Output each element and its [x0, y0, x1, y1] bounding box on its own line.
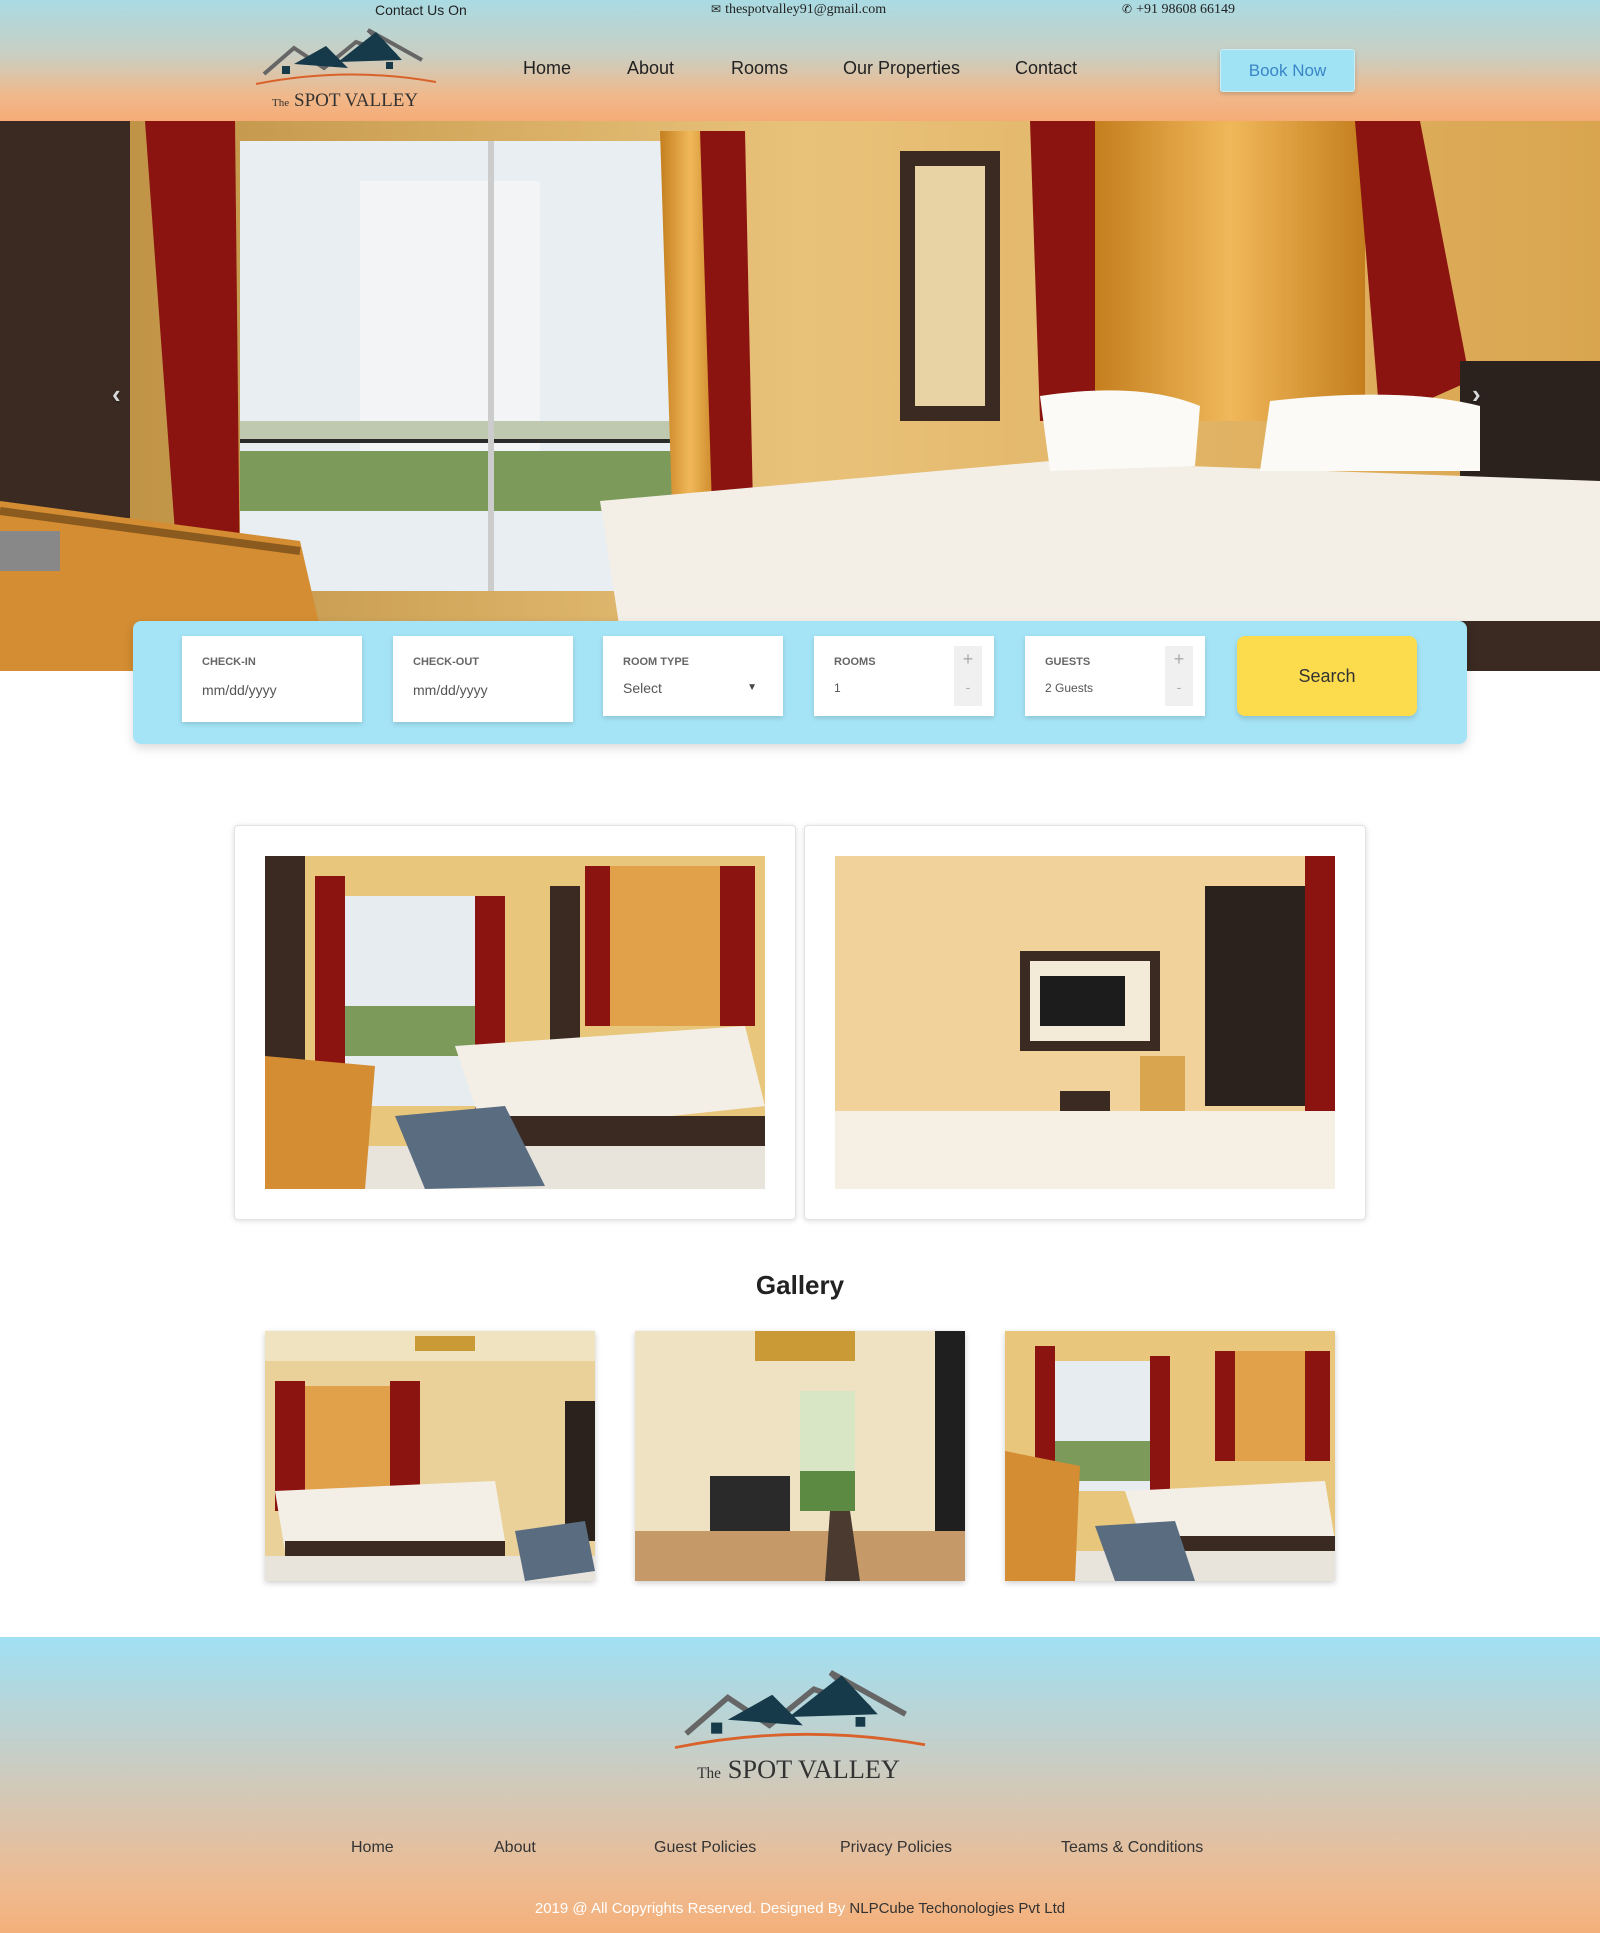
- guests-minus-button[interactable]: -: [1165, 679, 1193, 695]
- page: Contact Us On ✉ thespotvalley91@gmail.com…: [0, 0, 1600, 1933]
- gallery-image[interactable]: [635, 1331, 965, 1581]
- footer-link-teams-conditions[interactable]: Teams & Conditions: [1061, 1839, 1203, 1857]
- footer-logo-name-text: SPOT VALLEY: [728, 1754, 900, 1784]
- checkout-label: CHECK-OUT: [413, 656, 479, 668]
- checkin-input[interactable]: mm/dd/yyyy: [202, 682, 277, 698]
- room-card[interactable]: [804, 825, 1366, 1220]
- footer-logo-small-text: The: [697, 1765, 721, 1782]
- hero-room-image: [0, 121, 1600, 671]
- carousel-next-icon[interactable]: ›: [1472, 379, 1481, 410]
- checkout-input[interactable]: mm/dd/yyyy: [413, 682, 488, 698]
- guests-field[interactable]: GUESTS 2 Guests + -: [1025, 636, 1205, 716]
- site-header: Contact Us On ✉ thespotvalley91@gmail.com…: [0, 0, 1600, 121]
- designer-link[interactable]: NLPCube Techonologies Pvt Ltd: [849, 1900, 1065, 1917]
- chevron-down-icon: ▼: [747, 682, 757, 693]
- rooms-plus-button[interactable]: +: [954, 649, 982, 670]
- room-image: [835, 856, 1335, 1189]
- phone-text: +91 98608 66149: [1136, 2, 1235, 17]
- checkin-label: CHECK-IN: [202, 656, 256, 668]
- checkout-field[interactable]: CHECK-OUT mm/dd/yyyy: [393, 636, 573, 722]
- rooms-input[interactable]: 1: [834, 681, 841, 695]
- hero-carousel: ‹ ›: [0, 121, 1600, 671]
- guests-plus-button[interactable]: +: [1165, 649, 1193, 670]
- room-type-select[interactable]: ROOM TYPE Select ▼: [603, 636, 783, 716]
- rooms-stepper: + -: [954, 646, 982, 706]
- footer-link-home[interactable]: Home: [351, 1839, 394, 1857]
- nav-rooms[interactable]: Rooms: [731, 58, 788, 79]
- rooms-field[interactable]: ROOMS 1 + -: [814, 636, 994, 716]
- gallery-image[interactable]: [265, 1331, 595, 1581]
- logo-graphic: The SPOT VALLEY: [255, 28, 437, 111]
- booking-form: CHECK-IN mm/dd/yyyy CHECK-OUT mm/dd/yyyy…: [133, 621, 1467, 744]
- top-bar: Contact Us On ✉ thespotvalley91@gmail.com…: [0, 0, 1600, 22]
- contact-label: Contact Us On: [375, 2, 467, 18]
- room-image: [265, 856, 765, 1189]
- footer-link-guest-policies[interactable]: Guest Policies: [654, 1839, 756, 1857]
- guests-label: GUESTS: [1045, 656, 1091, 668]
- rooms-minus-button[interactable]: -: [954, 679, 982, 695]
- site-logo[interactable]: The SPOT VALLEY: [246, 26, 446, 116]
- envelope-icon: ✉: [711, 2, 722, 16]
- email-text: thespotvalley91@gmail.com: [725, 2, 887, 17]
- phone-icon: ✆: [1122, 2, 1133, 16]
- site-footer: The SPOT VALLEY Home About Guest Policie…: [0, 1637, 1600, 1933]
- nav-contact[interactable]: Contact: [1015, 58, 1077, 79]
- room-card[interactable]: [234, 825, 796, 1220]
- footer-link-about[interactable]: About: [494, 1839, 536, 1857]
- email-contact[interactable]: ✉ thespotvalley91@gmail.com: [711, 2, 886, 18]
- nav-about[interactable]: About: [627, 58, 674, 79]
- book-now-button[interactable]: Book Now: [1220, 49, 1355, 92]
- gallery-title: Gallery: [755, 1270, 845, 1300]
- guests-stepper: + -: [1165, 646, 1193, 706]
- search-button[interactable]: Search: [1237, 636, 1417, 716]
- nav-home[interactable]: Home: [523, 58, 571, 79]
- logo-small-text: The: [272, 97, 289, 109]
- rooms-label: ROOMS: [834, 656, 876, 668]
- room-type-label: ROOM TYPE: [623, 656, 690, 668]
- phone-contact[interactable]: ✆ +91 98608 66149: [1122, 2, 1235, 18]
- guests-input[interactable]: 2 Guests: [1045, 681, 1093, 695]
- footer-logo-graphic: The SPOT VALLEY: [674, 1670, 926, 1784]
- checkin-field[interactable]: CHECK-IN mm/dd/yyyy: [182, 636, 362, 722]
- footer-logo[interactable]: The SPOT VALLEY: [660, 1667, 940, 1792]
- copyright-text: 2019 @ All Copyrights Reserved. Designed…: [534, 1900, 850, 1917]
- carousel-prev-icon[interactable]: ‹: [112, 379, 121, 410]
- logo-name-text: SPOT VALLEY: [294, 90, 418, 111]
- room-type-value: Select: [623, 680, 662, 696]
- nav-our-properties[interactable]: Our Properties: [843, 58, 960, 79]
- gallery-image[interactable]: [1005, 1331, 1335, 1581]
- footer-link-privacy-policies[interactable]: Privacy Policies: [840, 1839, 952, 1857]
- copyright: 2019 @ All Copyrights Reserved. Designed…: [0, 1900, 1600, 1917]
